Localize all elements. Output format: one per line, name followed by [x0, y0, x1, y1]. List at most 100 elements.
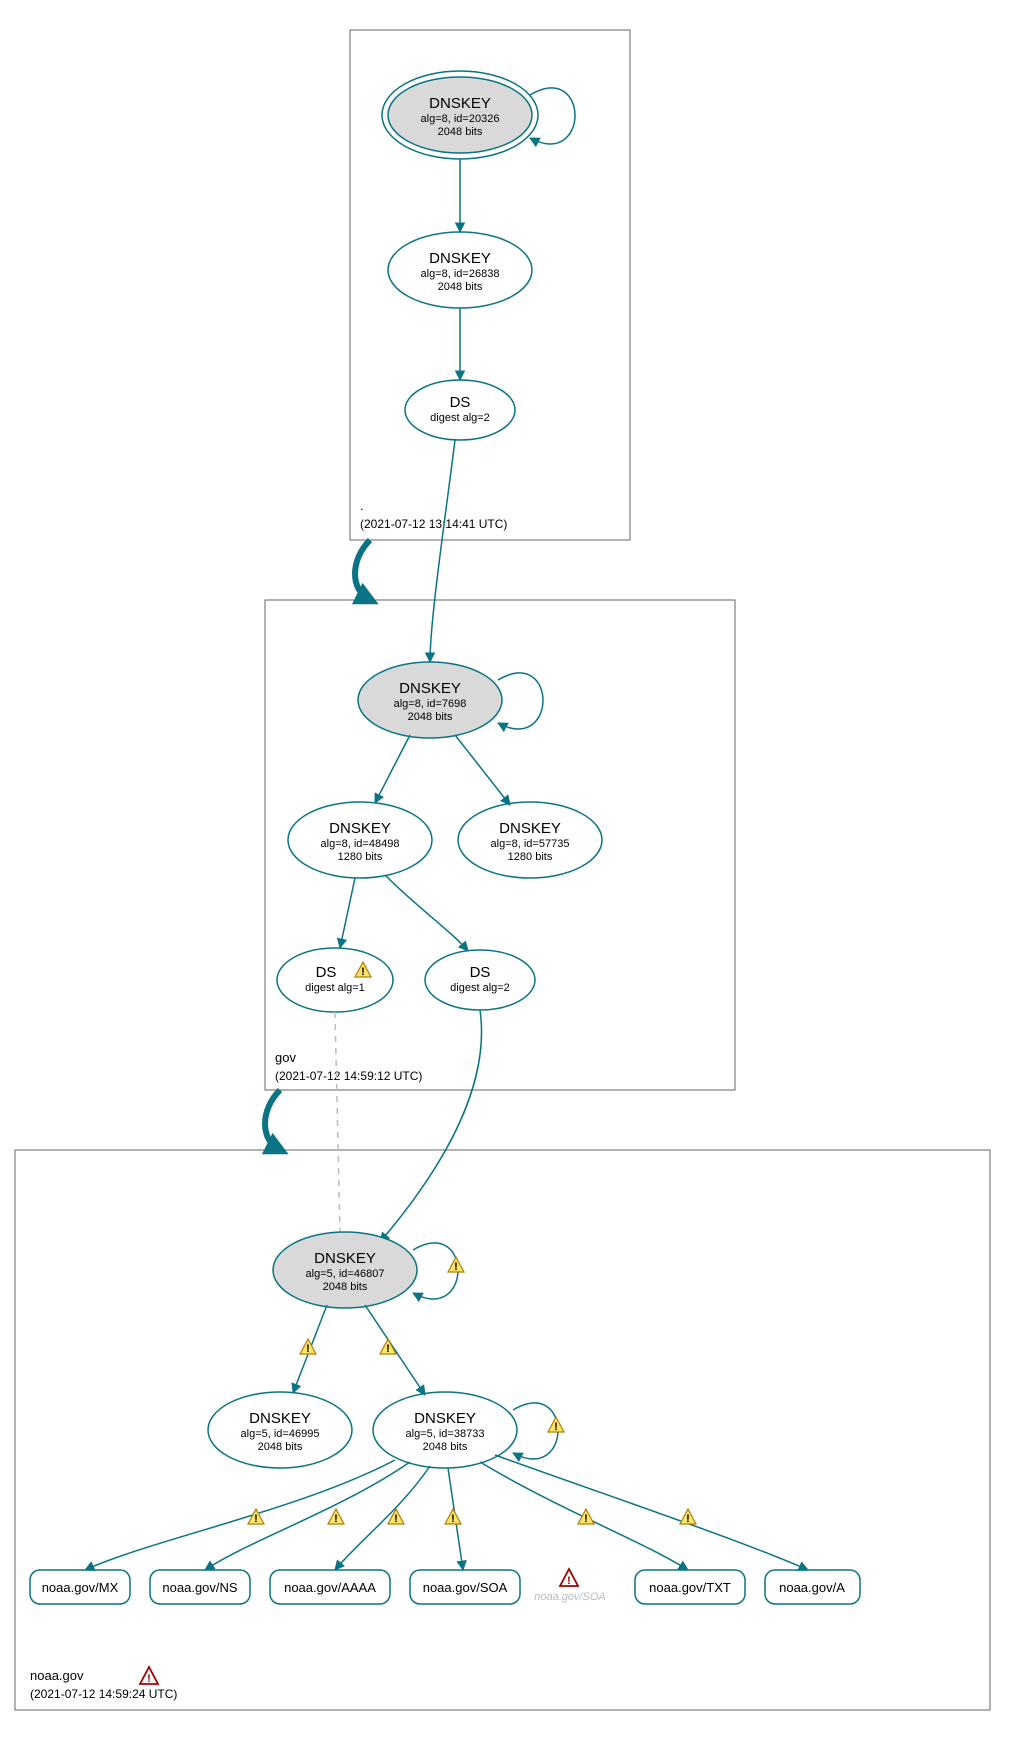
- svg-text:alg=8, id=26838: alg=8, id=26838: [421, 268, 500, 280]
- error-icon: !: [140, 1667, 158, 1685]
- edge-gov-to-noaa-zone: [265, 1090, 280, 1150]
- svg-text:noaa.gov/A: noaa.gov/A: [779, 1580, 845, 1595]
- svg-text:!: !: [306, 1343, 310, 1355]
- edge-root-ksk-self: [530, 88, 575, 144]
- node-noaa-zsk2[interactable]: DNSKEY alg=5, id=38733 2048 bits: [373, 1392, 517, 1468]
- zone-label-gov: gov: [275, 1050, 296, 1065]
- svg-text:alg=5, id=46807: alg=5, id=46807: [306, 1268, 385, 1280]
- warning-icon: !: [388, 1509, 404, 1525]
- rrset-ns[interactable]: noaa.gov/NS: [150, 1570, 250, 1604]
- svg-text:!: !: [567, 1575, 571, 1587]
- node-noaa-ksk[interactable]: DNSKEY alg=5, id=46807 2048 bits: [273, 1232, 417, 1308]
- edge-gov-ds1-noaa-ksk: [335, 1012, 340, 1232]
- zone-time-noaa: (2021-07-12 14:59:24 UTC): [30, 1687, 177, 1701]
- zone-label-noaa: noaa.gov: [30, 1668, 84, 1683]
- svg-text:alg=8, id=48498: alg=8, id=48498: [321, 838, 400, 850]
- svg-text:DNSKEY: DNSKEY: [249, 1410, 311, 1427]
- svg-text:2048 bits: 2048 bits: [258, 1441, 303, 1453]
- svg-text:DNSKEY: DNSKEY: [429, 250, 491, 267]
- svg-text:digest alg=2: digest alg=2: [430, 412, 490, 424]
- svg-text:!: !: [334, 1513, 338, 1525]
- edge-zsk2-ns: [205, 1462, 410, 1570]
- warning-icon: !: [548, 1417, 564, 1433]
- svg-text:2048 bits: 2048 bits: [408, 711, 453, 723]
- rrset-mx[interactable]: noaa.gov/MX: [30, 1570, 130, 1604]
- svg-text:DNSKEY: DNSKEY: [329, 820, 391, 837]
- svg-text:2048 bits: 2048 bits: [423, 1441, 468, 1453]
- node-gov-zsk2[interactable]: DNSKEY alg=8, id=57735 1280 bits: [458, 802, 602, 878]
- svg-text:noaa.gov/TXT: noaa.gov/TXT: [649, 1580, 731, 1595]
- warning-icon: !: [445, 1509, 461, 1525]
- edge-noaa-ksk-zsk2: [365, 1305, 425, 1395]
- node-root-ds[interactable]: DS digest alg=2: [405, 380, 515, 440]
- svg-text:noaa.gov/SOA: noaa.gov/SOA: [534, 1591, 606, 1603]
- svg-text:alg=8, id=7698: alg=8, id=7698: [394, 698, 467, 710]
- zone-label-root: .: [360, 498, 364, 513]
- node-noaa-zsk1[interactable]: DNSKEY alg=5, id=46995 2048 bits: [208, 1392, 352, 1468]
- svg-text:alg=8, id=20326: alg=8, id=20326: [421, 113, 500, 125]
- warning-icon: !: [448, 1257, 464, 1273]
- edge-gov-ksk-zsk2: [455, 735, 510, 805]
- dnssec-diagram: . (2021-07-12 13:14:41 UTC) DNSKEY alg=8…: [0, 0, 1011, 1746]
- svg-text:!: !: [254, 1513, 258, 1525]
- svg-text:DS: DS: [470, 964, 491, 981]
- edge-gov-ds2-noaa-ksk: [380, 1010, 482, 1242]
- svg-text:DS: DS: [316, 964, 337, 981]
- rrset-txt[interactable]: noaa.gov/TXT: [635, 1570, 745, 1604]
- warning-icon: !: [328, 1509, 344, 1525]
- edge-zsk2-a: [495, 1455, 808, 1570]
- edge-gov-zsk1-ds2: [385, 875, 468, 951]
- edge-gov-ksk-zsk1: [375, 735, 410, 803]
- svg-text:noaa.gov/NS: noaa.gov/NS: [162, 1580, 237, 1595]
- rrset-a[interactable]: noaa.gov/A: [765, 1570, 860, 1604]
- svg-text:2048 bits: 2048 bits: [438, 126, 483, 138]
- svg-text:noaa.gov/MX: noaa.gov/MX: [42, 1580, 119, 1595]
- svg-text:DNSKEY: DNSKEY: [499, 820, 561, 837]
- svg-text:1280 bits: 1280 bits: [508, 851, 553, 863]
- node-gov-zsk1[interactable]: DNSKEY alg=8, id=48498 1280 bits: [288, 802, 432, 878]
- svg-text:noaa.gov/AAAA: noaa.gov/AAAA: [284, 1580, 376, 1595]
- node-gov-ds1[interactable]: DS digest alg=1: [277, 948, 393, 1012]
- svg-text:1280 bits: 1280 bits: [338, 851, 383, 863]
- svg-text:DS: DS: [450, 394, 471, 411]
- svg-text:!: !: [686, 1513, 690, 1525]
- svg-text:digest alg=2: digest alg=2: [450, 982, 510, 994]
- svg-text:2048 bits: 2048 bits: [438, 281, 483, 293]
- svg-text:alg=8, id=57735: alg=8, id=57735: [491, 838, 570, 850]
- svg-text:DNSKEY: DNSKEY: [414, 1410, 476, 1427]
- edge-root-ds-gov-ksk: [430, 440, 455, 662]
- svg-text:2048 bits: 2048 bits: [323, 1281, 368, 1293]
- svg-text:DNSKEY: DNSKEY: [314, 1250, 376, 1267]
- error-icon: !: [560, 1569, 578, 1587]
- svg-text:!: !: [147, 1673, 151, 1685]
- svg-text:alg=5, id=46995: alg=5, id=46995: [241, 1428, 320, 1440]
- node-gov-ds2[interactable]: DS digest alg=2: [425, 950, 535, 1010]
- svg-text:alg=5, id=38733: alg=5, id=38733: [406, 1428, 485, 1440]
- svg-text:noaa.gov/SOA: noaa.gov/SOA: [423, 1580, 508, 1595]
- svg-text:!: !: [584, 1513, 588, 1525]
- svg-text:!: !: [386, 1343, 390, 1355]
- svg-text:!: !: [454, 1261, 458, 1273]
- edge-gov-zsk1-ds1: [340, 878, 355, 948]
- svg-text:!: !: [394, 1513, 398, 1525]
- svg-text:digest alg=1: digest alg=1: [305, 982, 365, 994]
- rrset-aaaa[interactable]: noaa.gov/AAAA: [270, 1570, 390, 1604]
- svg-text:!: !: [554, 1421, 558, 1433]
- warning-icon: !: [578, 1509, 594, 1525]
- rrset-soa[interactable]: noaa.gov/SOA: [410, 1570, 520, 1604]
- zone-time-root: (2021-07-12 13:14:41 UTC): [360, 517, 507, 531]
- zone-time-gov: (2021-07-12 14:59:12 UTC): [275, 1069, 422, 1083]
- edge-root-to-gov-zone: [355, 540, 370, 600]
- warning-icon: !: [680, 1509, 696, 1525]
- svg-text:!: !: [361, 966, 365, 978]
- svg-text:DNSKEY: DNSKEY: [429, 95, 491, 112]
- edge-zsk2-mx: [85, 1460, 395, 1570]
- rrset-soa-ghost: ! noaa.gov/SOA: [534, 1569, 606, 1603]
- svg-text:!: !: [451, 1513, 455, 1525]
- warning-icon: !: [248, 1509, 264, 1525]
- node-gov-ksk[interactable]: DNSKEY alg=8, id=7698 2048 bits: [358, 662, 502, 738]
- node-root-zsk[interactable]: DNSKEY alg=8, id=26838 2048 bits: [388, 232, 532, 308]
- node-root-ksk[interactable]: DNSKEY alg=8, id=20326 2048 bits: [382, 71, 538, 159]
- edge-gov-ksk-self: [498, 673, 543, 729]
- svg-text:DNSKEY: DNSKEY: [399, 680, 461, 697]
